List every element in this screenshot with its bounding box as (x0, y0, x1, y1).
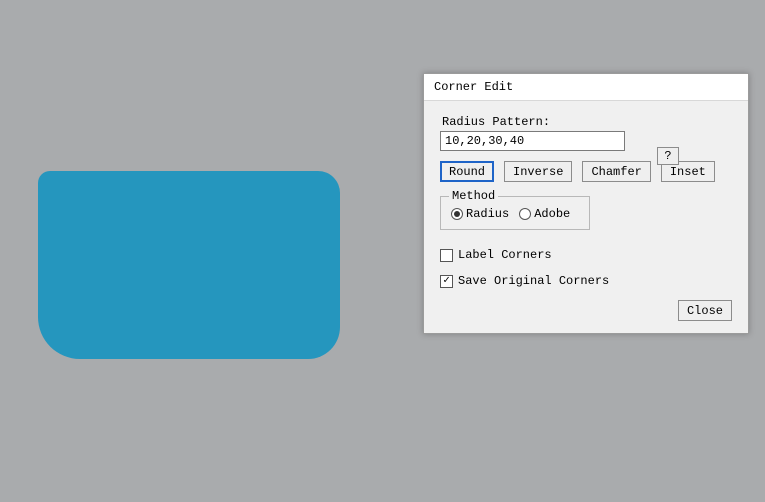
method-group-label: Method (449, 189, 498, 203)
radio-icon (451, 208, 463, 220)
corner-type-buttons: Round Inverse Chamfer Inset (440, 161, 732, 182)
inverse-button[interactable]: Inverse (504, 161, 572, 182)
save-original-label: Save Original Corners (458, 274, 609, 288)
radius-pattern-label: Radius Pattern: (440, 115, 732, 129)
save-original-checkbox[interactable]: ✓ Save Original Corners (440, 274, 732, 288)
label-corners-checkbox[interactable]: Label Corners (440, 248, 732, 262)
checkbox-icon: ✓ (440, 275, 453, 288)
round-button[interactable]: Round (440, 161, 494, 182)
method-radius-label: Radius (466, 207, 509, 221)
radius-pattern-input[interactable] (440, 131, 625, 151)
preview-shape (38, 171, 340, 359)
method-adobe-label: Adobe (534, 207, 570, 221)
radio-icon (519, 208, 531, 220)
help-button[interactable]: ? (657, 147, 679, 165)
close-button[interactable]: Close (678, 300, 732, 321)
method-group: Method Radius Adobe (440, 196, 590, 230)
corner-edit-dialog: Corner Edit Radius Pattern: ? Round Inve… (423, 73, 749, 334)
method-adobe-radio[interactable]: Adobe (519, 207, 570, 221)
method-radius-radio[interactable]: Radius (451, 207, 509, 221)
checkbox-icon (440, 249, 453, 262)
label-corners-label: Label Corners (458, 248, 552, 262)
chamfer-button[interactable]: Chamfer (582, 161, 650, 182)
dialog-title: Corner Edit (424, 74, 748, 101)
